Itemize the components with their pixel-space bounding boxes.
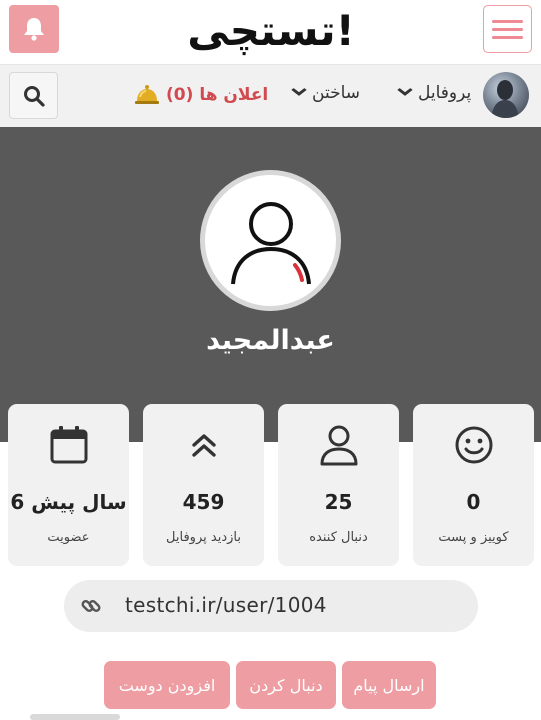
build-label: ساختن (312, 83, 361, 103)
followers-label: دنبال کننده (309, 530, 368, 545)
follow-button[interactable]: دنبال کردن (236, 661, 336, 709)
build-menu[interactable]: ساختن (290, 83, 361, 103)
stat-card-membership: 6 سال پیش عضویت (8, 404, 129, 566)
footer-peek (30, 714, 120, 720)
calendar-icon (50, 426, 87, 464)
service-bell-icon (135, 85, 159, 104)
search-button[interactable] (9, 72, 58, 119)
menu-bar (492, 19, 523, 23)
notifications-label: اعلان ها (0) (166, 85, 269, 105)
user-avatar[interactable] (483, 72, 529, 118)
smiley-icon (455, 426, 492, 464)
profile-avatar[interactable] (200, 170, 341, 311)
notifications-nav[interactable]: اعلان ها (0) (134, 83, 268, 107)
stat-card-quiz-post[interactable]: 0 کوییز و پست (413, 404, 534, 566)
quiz-post-label: کوییز و پست (438, 530, 509, 545)
quiz-post-value: 0 (466, 490, 481, 514)
menu-bar (492, 27, 523, 31)
search-icon (23, 85, 45, 107)
profile-username: عبدالمجید (206, 325, 335, 356)
notification-bell-button[interactable] (9, 5, 59, 53)
profile-label: پروفایل (418, 83, 472, 103)
profile-views-value: 459 (182, 490, 225, 514)
top-bar: تستچی! (0, 0, 541, 64)
menu-bar (492, 35, 523, 39)
stat-card-followers[interactable]: 25 دنبال کننده (278, 404, 399, 566)
link-icon (79, 594, 103, 618)
bell-icon (24, 18, 44, 41)
followers-value: 25 (324, 490, 353, 514)
membership-label: عضویت (47, 530, 90, 545)
chevron-down-icon (396, 86, 414, 100)
profile-link-field[interactable]: testchi.ir/user/1004 (64, 580, 478, 632)
user-icon (320, 425, 357, 466)
site-logo[interactable]: تستچی! (187, 3, 356, 57)
membership-value: 6 سال پیش (10, 490, 127, 514)
add-friend-button[interactable]: افزودن دوست (104, 661, 230, 709)
profile-views-label: بازدید پروفایل (166, 530, 241, 545)
send-message-button[interactable]: ارسال پیام (342, 661, 436, 709)
double-chevron-up-icon (191, 434, 216, 457)
hamburger-menu-button[interactable] (483, 5, 532, 53)
user-silhouette-icon (230, 201, 311, 284)
nav-bar: اعلان ها (0) ساختن پروفایل (0, 64, 541, 127)
profile-link-url: testchi.ir/user/1004 (125, 593, 327, 617)
chevron-down-icon (290, 86, 308, 100)
profile-menu[interactable]: پروفایل (396, 83, 472, 103)
stat-card-profile-views: 459 بازدید پروفایل (143, 404, 264, 566)
